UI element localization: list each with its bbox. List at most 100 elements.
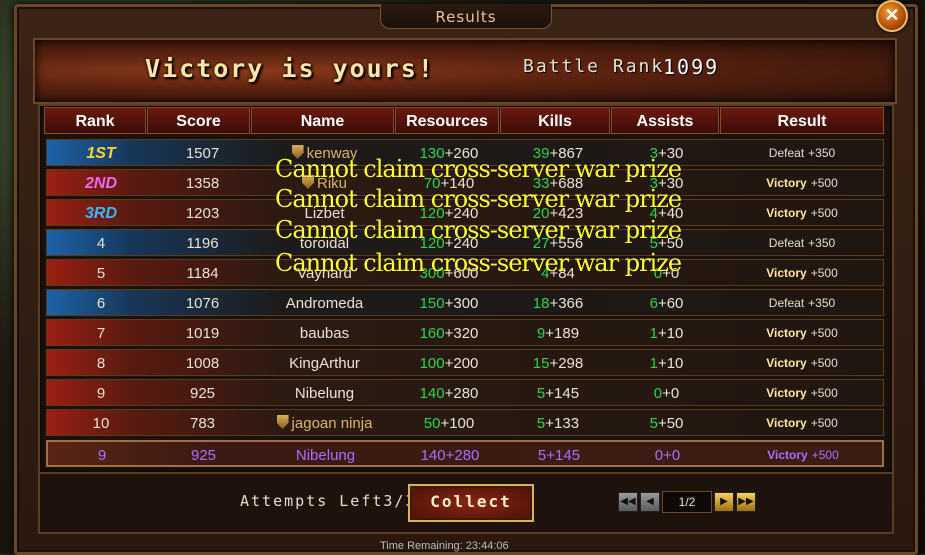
rank-label: 6 — [96, 295, 106, 312]
first-page-icon[interactable]: ◀◀ — [618, 492, 638, 512]
close-button[interactable]: ✕ — [876, 0, 908, 32]
self-result: Victory +500 — [720, 442, 886, 469]
res-base: 160 — [419, 325, 445, 342]
self-resources: 140+280 — [398, 442, 502, 469]
self-res-a: 140 — [420, 447, 446, 464]
score-value: 1507 — [185, 145, 220, 162]
cell-result: Victory +500 — [719, 320, 885, 347]
result-bonus: +500 — [810, 416, 838, 430]
player-name: Andromeda — [285, 295, 364, 312]
self-kills-b: +145 — [546, 447, 581, 464]
self-name: Nibelung — [295, 447, 356, 464]
cell-result: Victory +500 — [719, 260, 885, 287]
header-kills: Kills — [500, 107, 610, 134]
cell-rank: 2ND — [47, 170, 155, 197]
header-score: Score — [147, 107, 250, 134]
table-row: 9 925 Nibelung 140+280 5+145 0+0 Victory +500 — [46, 379, 884, 406]
res-bonus: +280 — [444, 385, 479, 402]
rank-label: 2ND — [84, 175, 117, 192]
table-header: Rank Score Name Resources Kills Assists … — [44, 107, 884, 134]
self-result-label: Victory — [767, 448, 808, 462]
cell-score: 1507 — [155, 140, 250, 167]
cell-kills: 5+145 — [502, 380, 614, 407]
header-rank: Rank — [44, 107, 146, 134]
kills-bonus: +189 — [545, 325, 580, 342]
kills-base: 5 — [536, 385, 546, 402]
attempts-label: Attempts Left — [240, 492, 384, 510]
cell-res: 160+320 — [397, 320, 501, 347]
res-bonus: +300 — [444, 295, 479, 312]
kills-bonus: +366 — [549, 295, 584, 312]
battle-rank-label: Battle Rank: — [523, 56, 678, 77]
cell-rank: 9 — [47, 380, 155, 407]
player-name: Nibelung — [294, 385, 355, 402]
rank-label: 5 — [96, 265, 106, 282]
collect-button[interactable]: Collect — [408, 484, 534, 522]
cell-result: Victory +500 — [719, 350, 885, 377]
self-res-b: +280 — [445, 447, 480, 464]
cell-kills: 9+189 — [502, 320, 614, 347]
cell-result: Victory +500 — [719, 410, 885, 437]
prev-page-icon[interactable]: ◀ — [640, 492, 660, 512]
result-label: Victory — [766, 206, 807, 220]
kills-base: 9 — [536, 325, 546, 342]
self-kills-a: 5 — [537, 447, 547, 464]
result-bonus: +500 — [810, 356, 838, 370]
cell-result: Victory +500 — [719, 170, 885, 197]
cell-result: Defeat +350 — [719, 290, 885, 317]
cell-rank: 8 — [47, 350, 155, 377]
score-value: 1358 — [185, 175, 220, 192]
result-label: Victory — [766, 356, 807, 370]
result-label: Victory — [766, 176, 807, 190]
cell-kills: 18+366 — [502, 290, 614, 317]
player-name: jagoan ninja — [291, 415, 373, 432]
prize-warning: Cannot claim cross-server war prize — [275, 185, 682, 213]
guild-shield-icon — [276, 415, 289, 429]
ass-base: 1 — [649, 355, 658, 372]
score-value: 1008 — [185, 355, 220, 372]
cell-rank: 3RD — [47, 200, 155, 227]
res-bonus: +200 — [444, 355, 479, 372]
result-bonus: +350 — [808, 296, 836, 310]
res-base: 50 — [423, 415, 441, 432]
cell-score: 1358 — [155, 170, 250, 197]
self-assists: 0+0 — [615, 442, 720, 469]
cell-ass: 0+0 — [614, 380, 719, 407]
battle-rank-value: 1099 — [663, 55, 720, 79]
result-label: Victory — [766, 326, 807, 340]
ass-base: 6 — [649, 295, 658, 312]
score-value: 783 — [189, 415, 216, 432]
cell-name: Andromeda — [252, 290, 397, 317]
ass-bonus: +10 — [657, 355, 684, 372]
player-name: baubas — [299, 325, 350, 342]
ass-base: 0 — [653, 385, 663, 402]
rank-label: 9 — [96, 385, 106, 402]
cell-rank: 10 — [47, 410, 155, 437]
rank-label: 8 — [96, 355, 106, 372]
cell-score: 783 — [155, 410, 250, 437]
kills-base: 15 — [532, 355, 550, 372]
last-page-icon[interactable]: ▶▶ — [736, 492, 756, 512]
cell-name: KingArthur — [252, 350, 397, 377]
next-page-icon[interactable]: ▶ — [714, 492, 734, 512]
result-label: Defeat — [768, 236, 805, 250]
res-base: 140 — [419, 385, 445, 402]
ass-bonus: +10 — [657, 325, 684, 342]
cell-name: Nibelung — [252, 380, 397, 407]
ass-bonus: +60 — [657, 295, 684, 312]
score-value: 1184 — [186, 265, 219, 282]
self-rank: 9 — [97, 447, 107, 464]
ass-base: 5 — [649, 415, 658, 432]
prize-warning: Cannot claim cross-server war prize — [275, 155, 682, 183]
kills-base: 5 — [536, 415, 546, 432]
score-value: 1196 — [186, 235, 219, 252]
self-ass-a: 0 — [654, 447, 664, 464]
ass-bonus: +0 — [662, 385, 680, 402]
result-bonus: +500 — [810, 326, 838, 340]
cell-score: 1008 — [155, 350, 250, 377]
result-label: Defeat — [768, 146, 805, 160]
cell-ass: 1+10 — [614, 320, 719, 347]
result-label: Victory — [766, 416, 807, 430]
cell-rank: 5 — [47, 260, 155, 287]
cell-result: Victory +500 — [719, 200, 885, 227]
